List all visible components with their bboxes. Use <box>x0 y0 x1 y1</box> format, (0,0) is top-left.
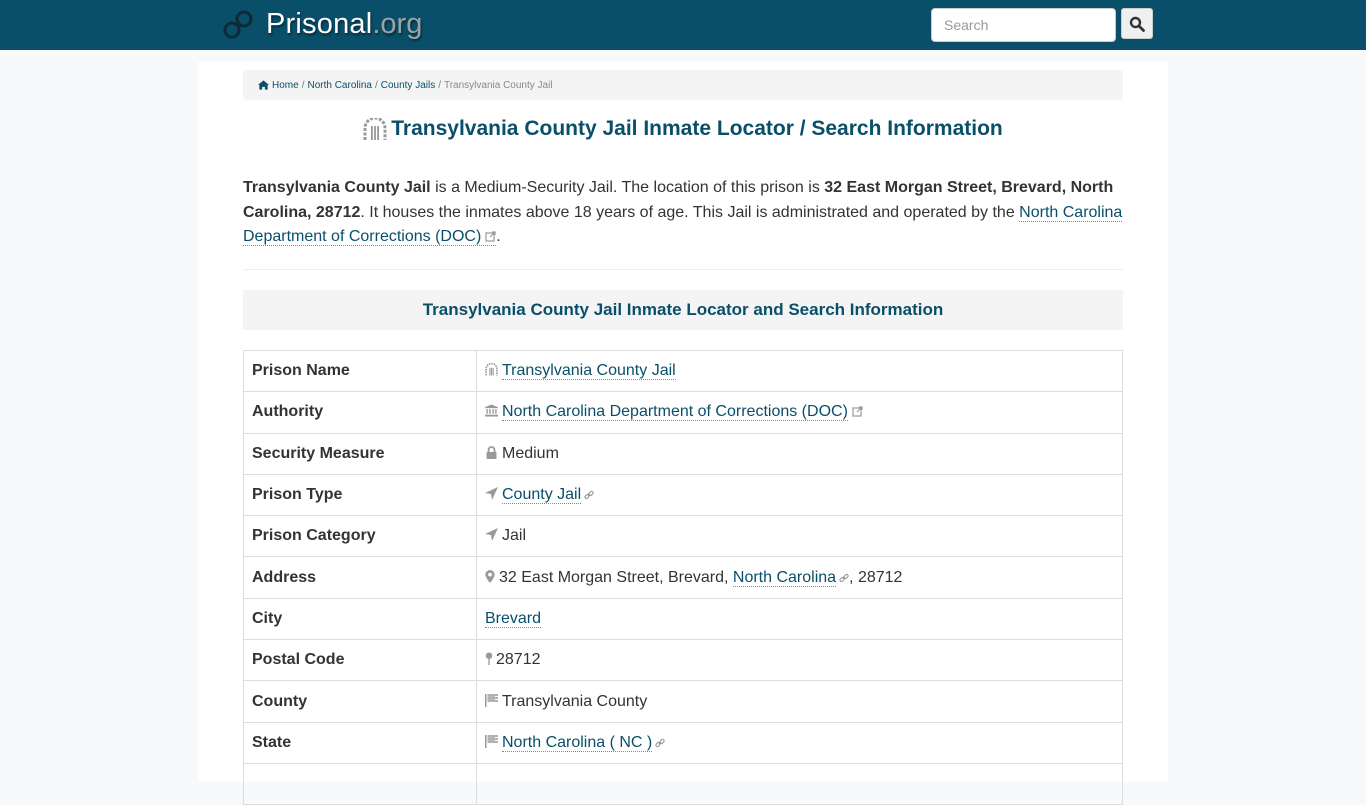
search-button[interactable] <box>1121 8 1153 39</box>
row-key <box>243 762 477 805</box>
table-row: State North Carolina ( NC ) <box>243 721 1123 764</box>
breadcrumb-separator: / <box>301 79 305 91</box>
row-value: 32 East Morgan Street, Brevard, North Ca… <box>476 556 1123 599</box>
prison-type-link[interactable]: County Jail <box>502 486 582 505</box>
county-value: Transylvania County <box>502 692 648 710</box>
table-row: Security Measure Medium <box>243 432 1123 475</box>
external-link-icon <box>852 406 863 418</box>
address-street: 32 East Morgan Street, Brevard, <box>499 568 733 586</box>
page-title: Transylvania County Jail Inmate Locator … <box>198 117 1168 141</box>
row-value: Medium <box>476 432 1123 475</box>
row-key: Postal Code <box>243 639 477 682</box>
table-row: Prison Name Transylvania County Jail <box>243 349 1123 393</box>
breadcrumb-separator: / <box>374 79 378 91</box>
address-postal: , 28712 <box>849 568 903 586</box>
handcuffs-icon <box>223 10 253 38</box>
postal-code-value: 28712 <box>496 651 541 669</box>
row-value: County Jail <box>476 473 1123 517</box>
breadcrumb-county-jails[interactable]: County Jails <box>381 80 435 91</box>
row-key: Security Measure <box>243 432 477 475</box>
link-icon <box>839 573 849 582</box>
intro-text: is a Medium-Security Jail. The location … <box>430 179 825 196</box>
location-arrow-icon <box>485 528 498 542</box>
row-key: Authority <box>243 391 477 434</box>
row-key: State <box>243 721 477 764</box>
row-value: North Carolina Department of Corrections… <box>476 391 1123 434</box>
top-navbar: Prisonal .org <box>0 0 1366 50</box>
row-value: North Carolina ( NC ) <box>476 721 1123 764</box>
brand-tld: .org <box>372 8 423 40</box>
brand-name: Prisonal <box>266 8 373 40</box>
intro-text: . <box>496 228 501 245</box>
row-key: County <box>243 680 477 723</box>
prison-icon <box>485 363 498 376</box>
row-value: Transylvania County Jail <box>476 349 1123 393</box>
row-key: Prison Name <box>243 349 477 393</box>
prison-category-value: Jail <box>502 527 527 545</box>
bank-icon <box>485 404 498 417</box>
security-measure-value: Medium <box>502 444 559 462</box>
city-link[interactable]: Brevard <box>485 609 542 628</box>
table-row: Prison Category Jail <box>243 515 1123 558</box>
map-pin-icon <box>485 652 493 666</box>
page-title-text: Transylvania County Jail Inmate Locator … <box>391 117 1003 140</box>
link-icon <box>584 490 594 500</box>
breadcrumb-home[interactable]: Home <box>272 80 299 91</box>
table-row: Prison Type County Jail <box>243 473 1123 517</box>
row-value: 28712 <box>476 639 1123 682</box>
breadcrumb-current: Transylvania County Jail <box>443 79 553 91</box>
table-row <box>243 762 1123 805</box>
row-value: Transylvania County <box>476 680 1123 723</box>
link-icon <box>655 738 665 747</box>
row-value: Brevard <box>476 597 1123 641</box>
row-key: Address <box>243 556 477 599</box>
row-key: Prison Category <box>243 515 477 558</box>
divider <box>243 269 1123 270</box>
section-heading: Transylvania County Jail Inmate Locator … <box>243 290 1123 330</box>
address-state-link[interactable]: North Carolina <box>732 568 837 587</box>
site-logo[interactable]: Prisonal .org <box>222 8 422 41</box>
prison-name-link[interactable]: Transylvania County Jail <box>502 362 676 381</box>
intro-prison-name: Transylvania County Jail <box>243 179 431 196</box>
row-value <box>476 762 1123 805</box>
main-content: Home / North Carolina / County Jails / T… <box>198 62 1168 805</box>
breadcrumb-separator: / <box>438 79 441 91</box>
breadcrumb: Home / North Carolina / County Jails / T… <box>243 70 1123 100</box>
authority-link[interactable]: North Carolina Department of Corrections… <box>502 403 848 422</box>
prison-icon <box>363 118 387 140</box>
info-table: Prison Name Transylvania County Jail Aut… <box>243 349 1123 805</box>
search-icon <box>1129 16 1145 32</box>
table-row: County Transylvania County <box>243 680 1123 723</box>
location-arrow-icon <box>485 487 498 501</box>
external-link-icon <box>485 231 496 242</box>
search-input[interactable] <box>931 8 1116 42</box>
intro-paragraph: Transylvania County Jail is a Medium-Sec… <box>243 176 1123 250</box>
breadcrumb-north-carolina[interactable]: North Carolina <box>307 80 371 91</box>
lock-icon <box>486 445 497 459</box>
state-link[interactable]: North Carolina ( NC ) <box>502 733 653 752</box>
table-row: Address 32 East Morgan Street, Brevard, … <box>243 556 1123 599</box>
row-value: Jail <box>476 515 1123 558</box>
row-key: Prison Type <box>243 473 477 517</box>
flag-icon <box>485 693 498 707</box>
intro-text: . It houses the inmates above 18 years o… <box>360 203 1020 221</box>
table-row: Postal Code 28712 <box>243 639 1123 682</box>
home-icon <box>258 80 269 90</box>
flag-icon <box>485 734 498 748</box>
row-key: City <box>243 597 477 641</box>
map-marker-icon <box>485 569 495 583</box>
table-row: City Brevard <box>243 597 1123 641</box>
table-row: Authority North Carolina Department of C… <box>243 391 1123 434</box>
